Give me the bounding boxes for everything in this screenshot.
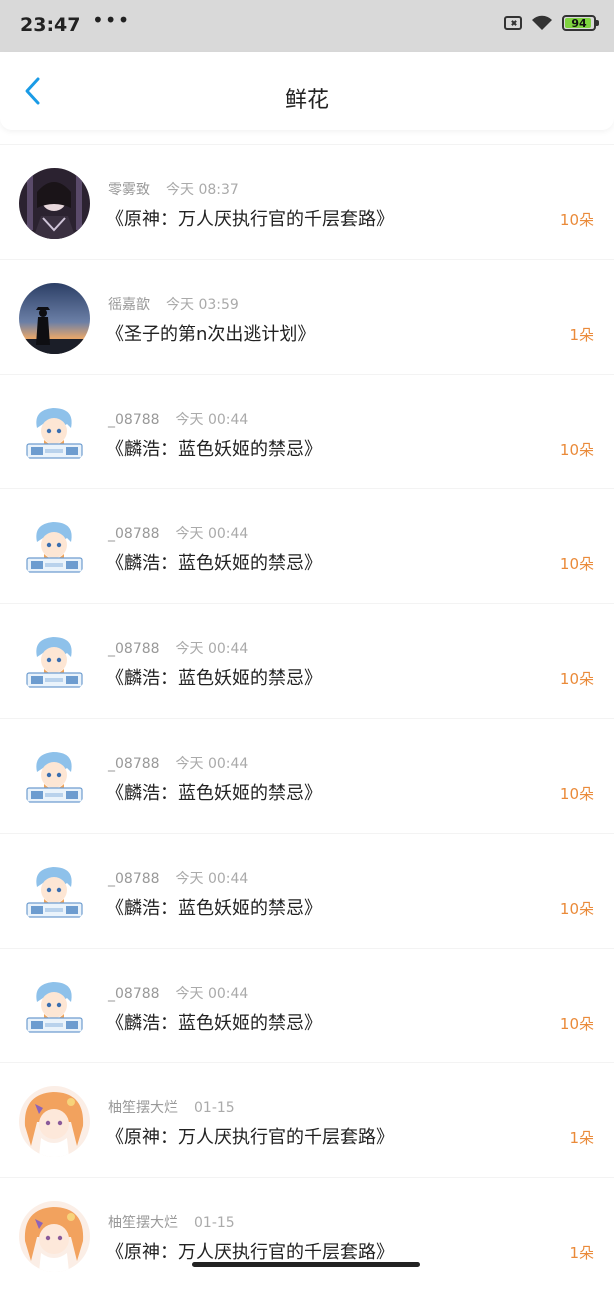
timestamp: 今天 00:44 — [175, 641, 249, 658]
list-item[interactable]: 零雾致 今天 08:37 《原神：万人厌执行官的千层套路》 10朵 — [0, 144, 614, 259]
timestamp: 01-15 — [194, 1100, 235, 1117]
flower-count: 1朵 — [569, 325, 594, 344]
list-item[interactable]: _08788 今天 00:44 《麟浩：蓝色妖姬的禁忌》 10朵 — [0, 488, 614, 603]
list-item[interactable]: 柚笙摆大烂 01-15 《原神：万人厌执行官的千层套路》 1朵 — [0, 1177, 614, 1292]
timestamp: 今天 08:37 — [166, 182, 239, 198]
book-title[interactable]: 《麟浩：蓝色妖姬的禁忌》 — [106, 1009, 322, 1035]
avatar[interactable] — [19, 168, 90, 239]
status-time: 23:47 — [20, 14, 81, 36]
battery-icon: 94 — [562, 15, 599, 31]
book-title[interactable]: 《原神：万人厌执行官的千层套路》 — [106, 205, 394, 231]
flower-count: 10朵 — [559, 211, 594, 229]
username: 零雾致 — [108, 182, 150, 198]
username: 柚笙摆大烂 — [108, 1100, 178, 1117]
username: _08788 — [108, 526, 160, 543]
wifi-icon — [532, 15, 552, 30]
book-title[interactable]: 《原神：万人厌执行官的千层套路》 — [106, 1123, 394, 1149]
flower-count: 1朵 — [569, 1244, 594, 1263]
flower-count: 10朵 — [559, 899, 594, 918]
status-icons: 94 — [504, 14, 599, 32]
list-item[interactable]: _08788 今天 00:44 《麟浩：蓝色妖姬的禁忌》 10朵 — [0, 717, 614, 833]
avatar[interactable] — [19, 971, 90, 1043]
username: _08788 — [108, 411, 160, 428]
avatar[interactable] — [19, 856, 90, 928]
avatar[interactable] — [19, 1201, 90, 1273]
more-dots-icon: ••• — [92, 8, 131, 32]
timestamp: 今天 03:59 — [166, 296, 239, 313]
item-meta: _08788 今天 00:44 — [108, 983, 248, 1003]
book-title[interactable]: 《原神：万人厌执行官的千层套路》 — [106, 1238, 394, 1264]
list-item[interactable]: _08788 今天 00:44 《麟浩：蓝色妖姬的禁忌》 10朵 — [0, 373, 614, 489]
item-meta: 柚笙摆大烂 01-15 — [108, 1212, 235, 1232]
item-meta: 柚笙摆大烂 01-15 — [108, 1097, 235, 1117]
book-title[interactable]: 《麟浩：蓝色妖姬的禁忌》 — [106, 549, 322, 575]
flower-count: 10朵 — [559, 555, 594, 574]
item-meta: _08788 今天 00:44 — [108, 753, 248, 773]
item-meta: _08788 今天 00:44 — [108, 409, 248, 429]
list-item[interactable]: 徭嘉歆 今天 03:59 《圣子的第n次出逃计划》 1朵 — [0, 258, 614, 374]
flower-list: 零雾致 今天 08:37 《原神：万人厌执行官的千层套路》 10朵 徭嘉歆 今天 03:5… — [0, 144, 614, 1292]
timestamp: 今天 00:44 — [175, 526, 249, 543]
timestamp: 今天 00:44 — [175, 870, 249, 887]
avatar[interactable] — [19, 397, 90, 469]
book-title[interactable]: 《麟浩：蓝色妖姬的禁忌》 — [106, 779, 322, 805]
list-item[interactable]: _08788 今天 00:44 《麟浩：蓝色妖姬的禁忌》 10朵 — [0, 832, 614, 948]
username: 徭嘉歆 — [108, 296, 150, 313]
username: _08788 — [108, 870, 160, 887]
username: _08788 — [108, 985, 160, 1002]
timestamp: 01-15 — [194, 1215, 235, 1232]
username: _08788 — [108, 755, 160, 772]
username: _08788 — [108, 641, 160, 658]
avatar[interactable] — [19, 627, 90, 699]
item-meta: _08788 今天 00:44 — [108, 523, 248, 543]
flower-count: 10朵 — [559, 440, 594, 459]
avatar[interactable] — [19, 282, 90, 354]
page-title: 鲜花 — [284, 88, 329, 113]
avatar[interactable] — [19, 1086, 90, 1158]
no-sim-icon — [504, 16, 522, 30]
timestamp: 今天 00:44 — [175, 411, 249, 428]
item-meta: _08788 今天 00:44 — [108, 638, 248, 658]
battery-level: 94 — [571, 16, 587, 30]
book-title[interactable]: 《麟浩：蓝色妖姬的禁忌》 — [106, 894, 322, 920]
book-title[interactable]: 《麟浩：蓝色妖姬的禁忌》 — [106, 435, 322, 461]
item-meta: 徭嘉歆 今天 03:59 — [108, 294, 239, 314]
flower-count: 10朵 — [559, 1014, 594, 1033]
book-title[interactable]: 《麟浩：蓝色妖姬的禁忌》 — [106, 664, 322, 690]
username: 柚笙摆大烂 — [108, 1215, 178, 1232]
list-item[interactable]: 柚笙摆大烂 01-15 《原神：万人厌执行官的千层套路》 1朵 — [0, 1062, 614, 1177]
flower-count: 10朵 — [559, 670, 594, 689]
timestamp: 今天 00:44 — [175, 985, 249, 1002]
nav-bar: 鲜花 — [0, 52, 614, 130]
list-item[interactable]: _08788 今天 00:44 《麟浩：蓝色妖姬的禁忌》 10朵 — [0, 947, 614, 1063]
timestamp: 今天 00:44 — [175, 755, 249, 772]
status-bar: 23:47 ••• 94 — [0, 0, 614, 52]
list-item[interactable]: _08788 今天 00:44 《麟浩：蓝色妖姬的禁忌》 10朵 — [0, 603, 614, 718]
home-indicator[interactable] — [192, 1262, 420, 1267]
avatar[interactable] — [19, 741, 90, 813]
avatar[interactable] — [19, 512, 90, 584]
flower-count: 10朵 — [559, 784, 594, 803]
item-meta: _08788 今天 00:44 — [108, 868, 248, 888]
item-meta: 零雾致 今天 08:37 — [108, 179, 239, 199]
flower-count: 1朵 — [569, 1129, 594, 1148]
book-title[interactable]: 《圣子的第n次出逃计划》 — [106, 320, 315, 346]
